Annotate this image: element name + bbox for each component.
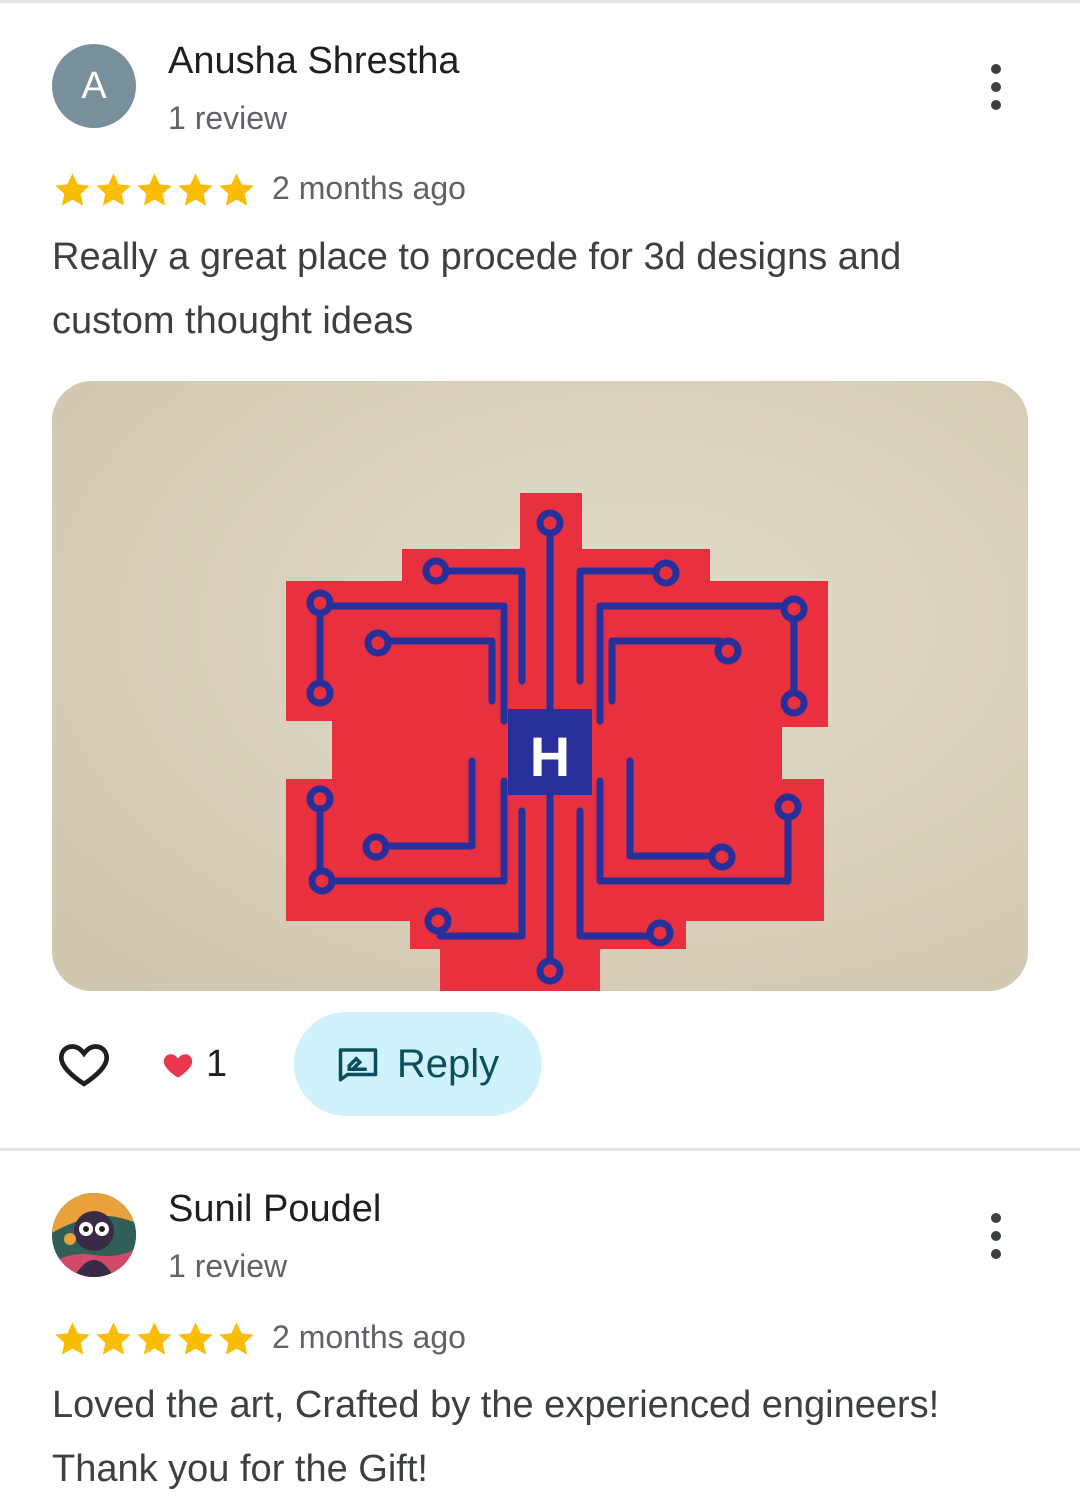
reviewer-name[interactable]: Anusha Shrestha bbox=[168, 40, 460, 83]
reply-label: Reply bbox=[396, 1041, 500, 1086]
reaction-count[interactable]: 1 bbox=[160, 1043, 227, 1086]
review-actions: 1 Reply bbox=[0, 1010, 1080, 1120]
reply-button[interactable]: Reply bbox=[294, 1012, 542, 1116]
star-icon bbox=[137, 1322, 172, 1355]
avatar[interactable]: A bbox=[52, 44, 136, 128]
photo-circuit-logo: H bbox=[52, 381, 1028, 991]
more-options-button[interactable] bbox=[972, 1212, 1020, 1260]
review-photo[interactable]: H bbox=[52, 381, 1028, 991]
avatar[interactable] bbox=[52, 1193, 136, 1277]
star-icon bbox=[96, 173, 131, 206]
avatar-letter: A bbox=[81, 65, 107, 107]
reviewer-review-count: 1 review bbox=[168, 100, 288, 136]
star-rating bbox=[52, 1319, 257, 1359]
star-rating bbox=[52, 170, 257, 210]
reviewer-review-count: 1 review bbox=[168, 1248, 288, 1284]
reply-icon bbox=[338, 1048, 378, 1082]
review-text-line: Loved the art, Crafted by the experience… bbox=[52, 1384, 940, 1426]
review-divider bbox=[0, 1148, 1080, 1151]
star-icon bbox=[137, 173, 172, 206]
reaction-count-value: 1 bbox=[206, 1043, 228, 1085]
review-time: 2 months ago bbox=[272, 1319, 466, 1355]
star-icon bbox=[178, 173, 213, 206]
star-icon bbox=[219, 1322, 254, 1355]
top-divider bbox=[0, 0, 1080, 3]
more-vert-icon bbox=[991, 64, 1001, 74]
review-text-line: Really a great place to procede for 3d d… bbox=[52, 236, 902, 278]
heart-filled-icon bbox=[163, 1053, 193, 1078]
review-text-line: Thank you for the Gift! bbox=[52, 1448, 428, 1490]
review-time: 2 months ago bbox=[272, 170, 466, 206]
heart-outline-icon[interactable] bbox=[54, 1036, 114, 1092]
photo-letter: H bbox=[530, 725, 570, 788]
star-icon bbox=[178, 1322, 213, 1355]
star-icon bbox=[55, 1322, 90, 1355]
more-options-button[interactable] bbox=[972, 63, 1020, 111]
review-text: Loved the art, Crafted by the experience… bbox=[52, 1373, 1032, 1501]
star-icon bbox=[55, 173, 90, 206]
star-icon bbox=[219, 173, 254, 206]
reviewer-name[interactable]: Sunil Poudel bbox=[168, 1188, 381, 1231]
more-vert-icon bbox=[991, 1213, 1001, 1223]
review-text: Really a great place to procede for 3d d… bbox=[52, 225, 1032, 353]
review-text-line: custom thought ideas bbox=[52, 300, 414, 342]
avatar-image bbox=[52, 1193, 136, 1277]
star-icon bbox=[96, 1322, 131, 1355]
